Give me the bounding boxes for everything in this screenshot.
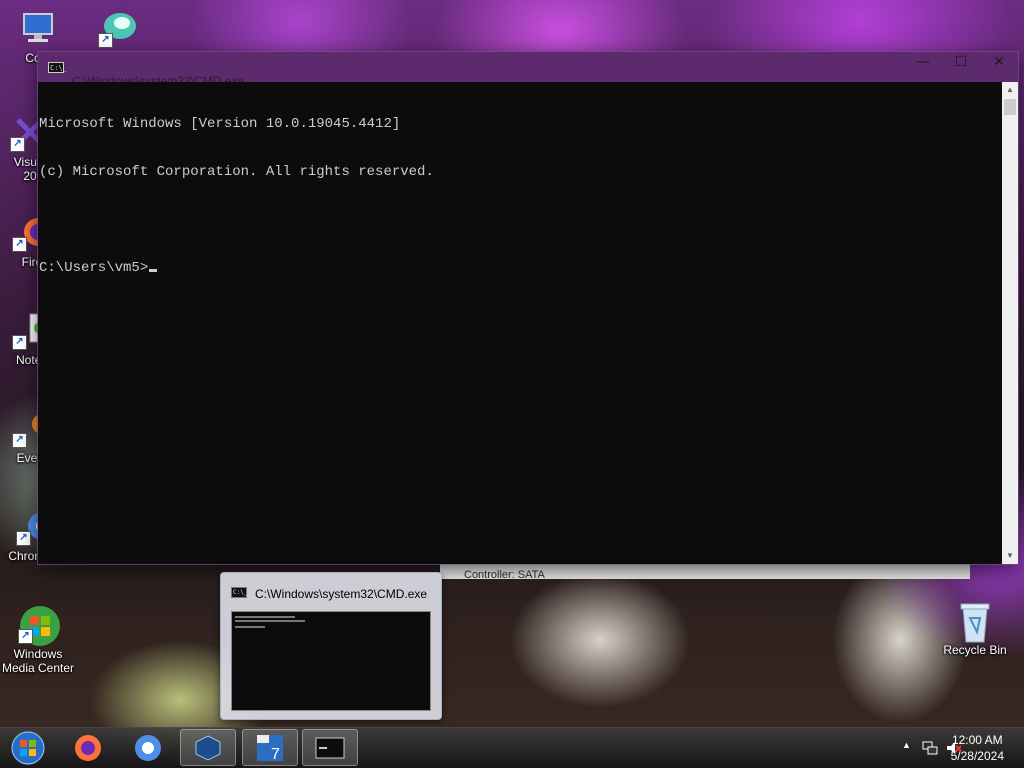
scroll-up-arrow-icon[interactable]: ▲ (1002, 82, 1018, 98)
system-tray: ▲ 12:00 AM 5/28/2024 (874, 728, 1024, 768)
minimize-button[interactable]: — (904, 52, 942, 74)
shortcut-arrow-icon: ↗ (12, 335, 27, 350)
preview-thumbnail-image (231, 611, 431, 711)
console-output[interactable]: Microsoft Windows [Version 10.0.19045.44… (38, 82, 1002, 564)
desktop-icon-label: Recycle Bin (943, 643, 1007, 657)
taskbar-cmd[interactable] (302, 729, 358, 766)
recycle-bin-icon (955, 600, 995, 643)
console-line: Microsoft Windows [Version 10.0.19045.44… (39, 116, 401, 132)
taskbar-firefox[interactable] (60, 729, 116, 766)
virtualbox-icon (195, 734, 221, 761)
shortcut-arrow-icon: ↗ (12, 237, 27, 252)
cmd-titlebar[interactable]: C:\_ C:\Windows\system32\CMD.exe — ☐ ✕ (38, 52, 1018, 88)
shortcut-arrow-icon: ↗ (16, 531, 31, 546)
clock-date: 5/28/2024 (950, 749, 1004, 763)
taskbar: 7 ▲ 12:00 AM 5/28/2024 (0, 727, 1024, 768)
close-button[interactable]: ✕ (980, 52, 1018, 74)
cmd-app-icon: C:\_ (231, 587, 248, 598)
taskbar-7zip[interactable]: 7 (242, 729, 298, 766)
desktop-icon-media-center[interactable]: ↗ Windows Media Center (0, 604, 76, 675)
firefox-icon (75, 734, 101, 761)
start-button[interactable] (0, 729, 56, 766)
clock-time: 12:00 AM (951, 733, 1003, 747)
shortcut-arrow-icon: ↗ (10, 137, 25, 152)
cmd-window[interactable]: C:\_ C:\Windows\system32\CMD.exe — ☐ ✕ M… (38, 52, 1018, 564)
desktop-icon-app[interactable]: ↗ (80, 8, 156, 51)
taskbar-chromium[interactable] (120, 729, 176, 766)
preview-title: C:\Windows\system32\CMD.exe (255, 587, 428, 601)
console-line: (c) Microsoft Corporation. All rights re… (39, 164, 434, 180)
chromium-icon (135, 734, 161, 761)
scroll-down-arrow-icon[interactable]: ▼ (1002, 548, 1018, 564)
seven-zip-icon: 7 (257, 734, 283, 763)
shortcut-arrow-icon: ↗ (12, 433, 27, 448)
shortcut-arrow-icon: ↗ (98, 33, 113, 48)
vertical-scrollbar[interactable]: ▲ ▼ (1002, 82, 1018, 564)
background-window-text: Controller: SATA (464, 569, 545, 579)
windows-logo-icon (11, 731, 45, 764)
network-icon[interactable] (922, 740, 938, 756)
taskbar-thumbnail-preview[interactable]: C:\_ C:\Windows\system32\CMD.exe (220, 572, 442, 720)
computer-icon (18, 8, 58, 48)
maximize-button[interactable]: ☐ (942, 52, 980, 74)
show-hidden-icons-icon[interactable]: ▲ (902, 740, 911, 750)
cmd-app-icon: C:\_ (48, 62, 67, 73)
console-prompt-line[interactable]: C:\Users\vm5> (39, 260, 1001, 276)
media-center-icon: ↗ (18, 604, 60, 646)
shortcut-arrow-icon: ↗ (18, 629, 33, 644)
background-window[interactable]: Controller: SATA (440, 562, 970, 579)
console-prompt: C:\Users\vm5> (39, 260, 149, 276)
desktop-icon-recycle-bin[interactable]: Recycle Bin (937, 600, 1013, 657)
scrollbar-thumb[interactable] (1004, 99, 1016, 115)
desktop-icon-label: Windows Media Center (1, 647, 75, 675)
taskbar-virtualbox[interactable] (180, 729, 236, 766)
svg-text:7: 7 (271, 746, 280, 763)
text-cursor (149, 269, 158, 272)
cmd-icon (315, 737, 345, 758)
app-icon: ↗ (98, 8, 138, 48)
clock[interactable]: 12:00 AM 5/28/2024 (951, 732, 1004, 764)
